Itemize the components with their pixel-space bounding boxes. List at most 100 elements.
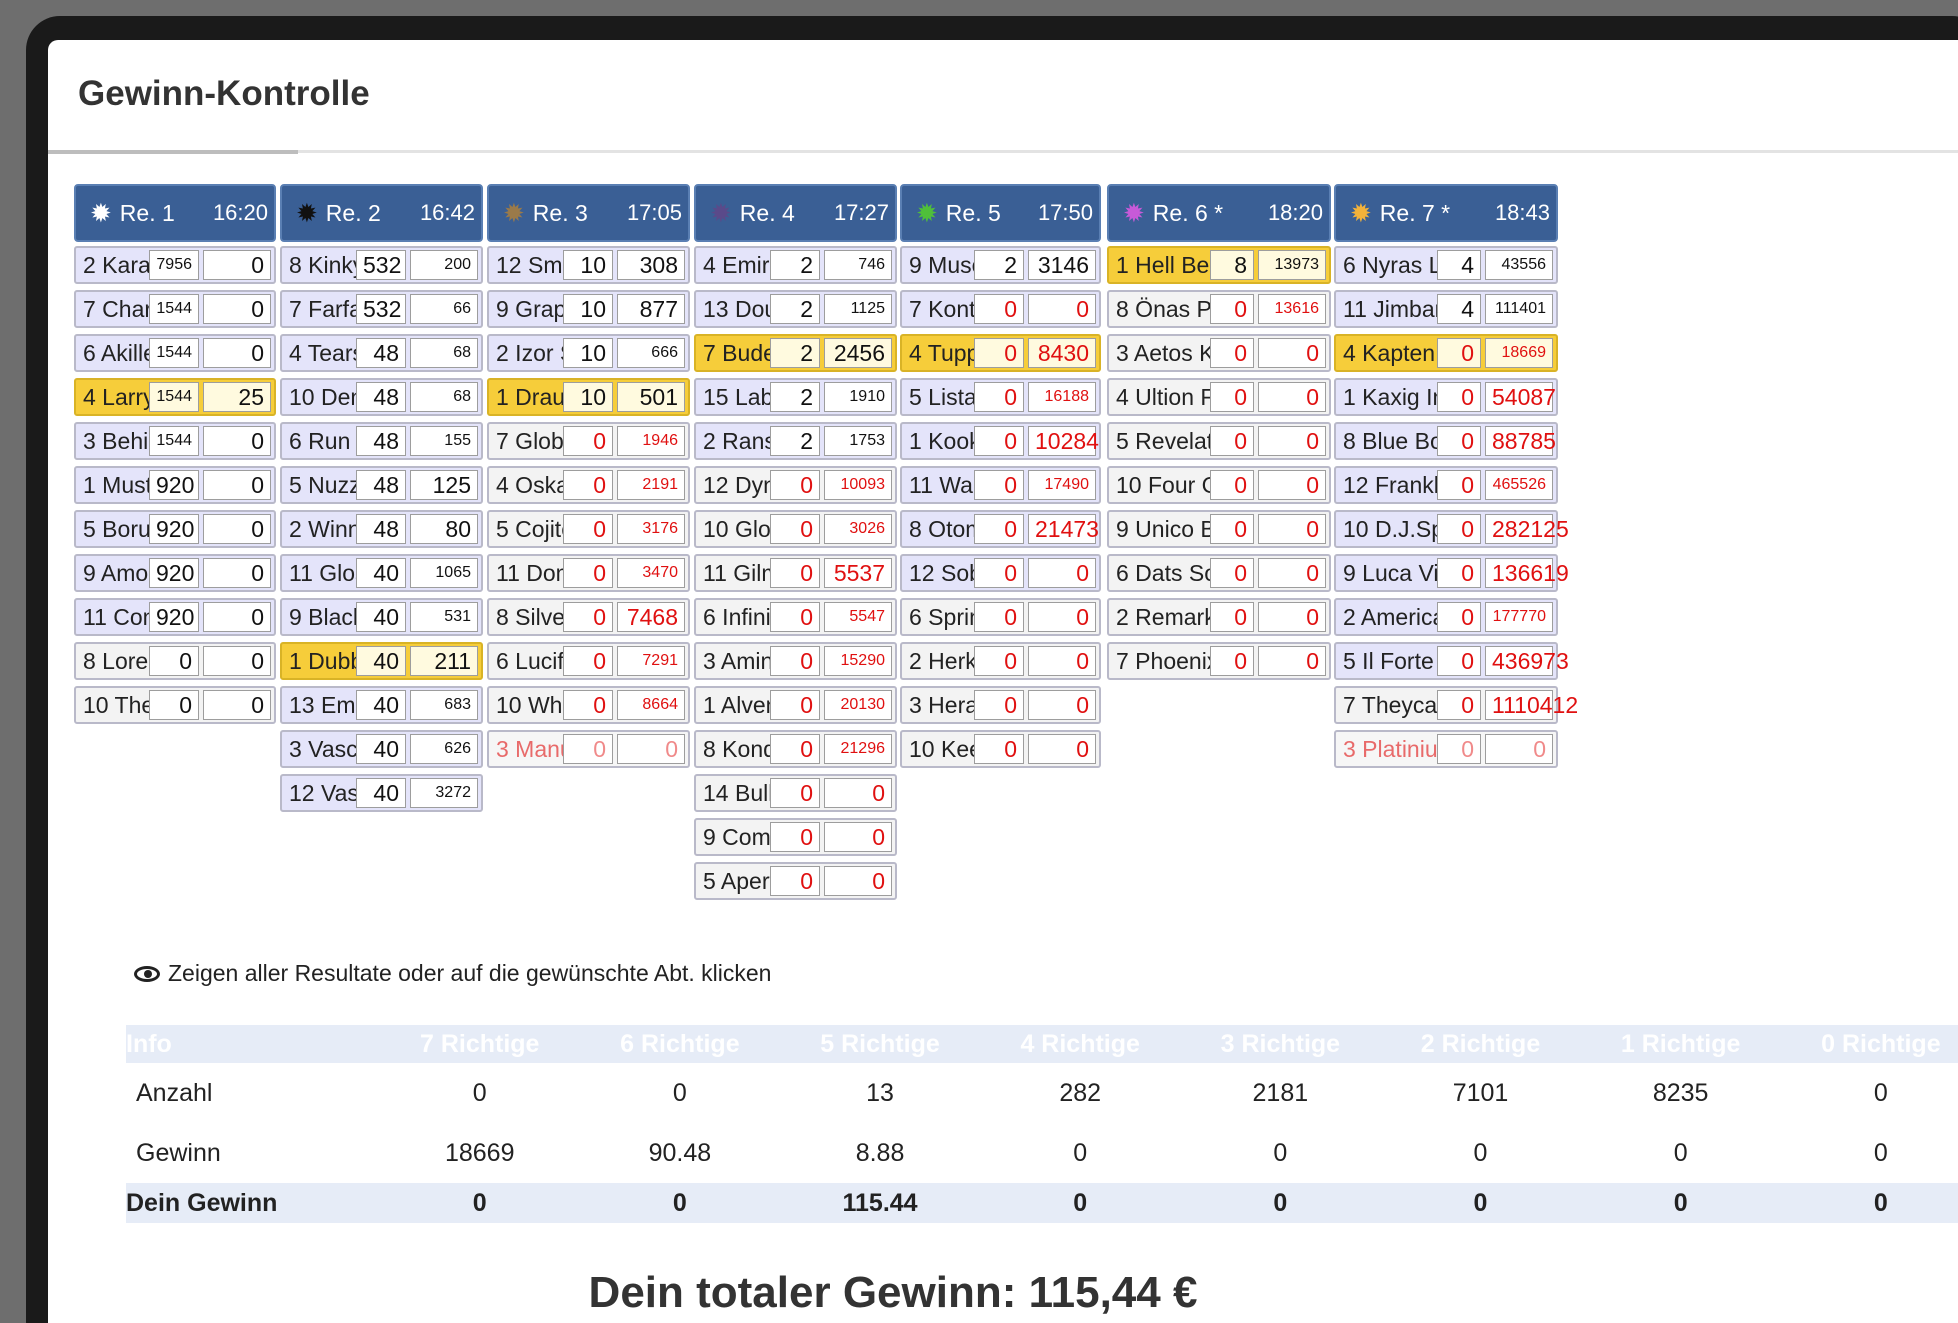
horse-row[interactable]: 6 Lucife07291 — [487, 642, 690, 680]
horse-row[interactable]: 6 Run fo48155 — [280, 422, 483, 460]
horse-row[interactable]: 3 Vasco40626 — [280, 730, 483, 768]
horse-row[interactable]: 4 Kapten E018669 — [1334, 334, 1558, 372]
horse-row[interactable]: 2 Karat Fuel79560 — [74, 246, 276, 284]
horse-row[interactable]: 4 Ultion Fa00 — [1107, 378, 1331, 416]
horse-row[interactable]: 1 Draup10501 — [487, 378, 690, 416]
horse-row[interactable]: 12 Vasco403272 — [280, 774, 483, 812]
horse-row[interactable]: 11 Gloste401065 — [280, 554, 483, 592]
horse-row[interactable]: 6 Dats So 0 0 — [1107, 554, 1331, 592]
horse-row[interactable]: 10 The Ri00 — [74, 686, 276, 724]
horse-row[interactable]: 12 Dynan010093 — [694, 466, 897, 504]
show-all-results-link[interactable]: Zeigen aller Resultate oder auf die gewü… — [134, 960, 771, 987]
horse-row[interactable]: 9 Luca Via0136619 — [1334, 554, 1569, 592]
horse-row[interactable]: 10 Denco4868 — [280, 378, 483, 416]
horse-row[interactable]: 7 Farfars53266 — [280, 290, 483, 328]
horse-row[interactable]: 9 Muscle23146 — [900, 246, 1101, 284]
horse-row[interactable]: 11 Jimbaran4111401 — [1334, 290, 1558, 328]
horse-row[interactable]: 1 Musta9200 — [74, 466, 276, 504]
horse-row[interactable]: 2 Remarka00 — [1107, 598, 1331, 636]
horse-row[interactable]: 1 Kooka010284 — [900, 422, 1101, 460]
race-header-5[interactable]: ✹ Re. 5 17:50 — [900, 184, 1101, 242]
horse-row[interactable]: 2 Winne4880 — [280, 510, 483, 548]
horse-row[interactable]: 3 Behind15440 — [74, 422, 276, 460]
horse-row[interactable]: 10 Four Guy00 — [1107, 466, 1331, 504]
horse-row[interactable]: 9 Unico Br00 — [1107, 510, 1331, 548]
race-header-2[interactable]: ✹ Re. 2 16:42 — [280, 184, 483, 242]
horse-row[interactable]: 8 Kinky532200 — [280, 246, 483, 284]
horse-row[interactable]: 9 Come00 — [694, 818, 897, 856]
horse-row[interactable]: 2 Izor Si10666 — [487, 334, 690, 372]
race-header-4[interactable]: ✹ Re. 4 17:27 — [694, 184, 897, 242]
horse-row[interactable]: 1 Alvena020130 — [694, 686, 897, 724]
horse-row[interactable]: 9 Amore9200 — [74, 554, 276, 592]
horse-row[interactable]: 9 Grapp10877 — [487, 290, 690, 328]
horse-row[interactable]: 1 Hell Bent813973 — [1107, 246, 1331, 284]
horse-row[interactable]: 7 Budets22456 — [694, 334, 897, 372]
horse-row[interactable]: 1 Dubbi40211 — [280, 642, 483, 680]
horse-row[interactable]: 3 Hera d00 — [900, 686, 1101, 724]
horse-row[interactable]: 2 Herkul00 — [900, 642, 1101, 680]
horse-row[interactable]: 4 Larry W154425 — [74, 378, 276, 416]
bet-percent: 0 — [770, 646, 820, 676]
horse-row[interactable]: 11 Gilmor05537 — [694, 554, 897, 592]
horse-row[interactable]: 10 Global03026 — [694, 510, 897, 548]
horse-row[interactable]: 10 Keep I00 — [900, 730, 1101, 768]
horse-row[interactable]: 4 Tearsin4868 — [280, 334, 483, 372]
horse-row[interactable]: 4 Emir 2 746 — [694, 246, 897, 284]
horse-row[interactable]: 8 Önas Pri013616 — [1107, 290, 1331, 328]
horse-row[interactable]: 10 D.J.Sprit0282125 — [1334, 510, 1569, 548]
horse-row[interactable]: 5 Revelatio00 — [1107, 422, 1331, 460]
horse-row[interactable]: 5 Nuzzle48125 — [280, 466, 483, 504]
horse-row[interactable]: 13 Doutd21125 — [694, 290, 897, 328]
horse-row[interactable]: 6 Akilles15440 — [74, 334, 276, 372]
horse-row[interactable]: 8 Otoma021473 — [900, 510, 1101, 548]
horse-row[interactable]: 3 Manua00 — [487, 730, 690, 768]
results-cell: 13 — [866, 1078, 894, 1107]
horse-row[interactable]: 8 Blue Boy088785 — [1334, 422, 1558, 460]
horse-row[interactable]: 3 Platinium00 — [1334, 730, 1558, 768]
horse-row[interactable]: 3 Aetos Kr00 — [1107, 334, 1331, 372]
horse-row[interactable]: 8 Lorenz00 — [74, 642, 276, 680]
horse-row[interactable]: 5 Aperfe00 — [694, 862, 897, 900]
horse-row[interactable]: 7 Global01946 — [487, 422, 690, 460]
horse-row[interactable]: 7 Phoenix 0 0 — [1107, 642, 1331, 680]
payout-value: 1753 — [824, 426, 892, 456]
race-header-3[interactable]: ✹ Re. 3 17:05 — [487, 184, 690, 242]
horse-row[interactable]: 14 Bull's00 — [694, 774, 897, 812]
horse-row[interactable]: 15 Labya21910 — [694, 378, 897, 416]
horse-row[interactable]: 2 America 0 177770 — [1334, 598, 1558, 636]
race-header-1[interactable]: ✹ Re. 1 16:20 — [74, 184, 276, 242]
horse-row[interactable]: 6 Infinity05547 — [694, 598, 897, 636]
horse-name: 7 Kontik — [909, 295, 974, 322]
race-header-6[interactable]: ✹ Re. 6 * 18:20 — [1107, 184, 1331, 242]
horse-row[interactable]: 13 Emile40683 — [280, 686, 483, 724]
horse-row[interactable]: 3 Amina015290 — [694, 642, 897, 680]
horse-row[interactable]: 6 Spring00 — [900, 598, 1101, 636]
horse-row[interactable]: 11 Domin03470 — [487, 554, 690, 592]
horse-row[interactable]: 9 Black40531 — [280, 598, 483, 636]
payout-value: 66 — [410, 294, 478, 324]
horse-row[interactable]: 4 Oskar02191 — [487, 466, 690, 504]
payout-value: 16188 — [1028, 382, 1096, 412]
horse-row[interactable]: 5 Cojito03176 — [487, 510, 690, 548]
horse-row[interactable]: 7 Kontik00 — [900, 290, 1101, 328]
horse-row[interactable]: 11 Comes9200 — [74, 598, 276, 636]
horse-row[interactable]: 12 Franklin0465526 — [1334, 466, 1558, 504]
horse-row[interactable]: 5 Borup9200 — [74, 510, 276, 548]
horse-row[interactable]: 5 Il Forte 0 436973 — [1334, 642, 1569, 680]
horse-row[interactable]: 12 Sobel00 — [900, 554, 1101, 592]
horse-row[interactable]: 8 Silver07468 — [487, 598, 690, 636]
horse-row[interactable]: 7 Charlie15440 — [74, 290, 276, 328]
horse-row[interactable]: 11 Warrio017490 — [900, 466, 1101, 504]
race-header-7[interactable]: ✹ Re. 7 * 18:43 — [1334, 184, 1558, 242]
horse-row[interactable]: 5 Listas016188 — [900, 378, 1101, 416]
horse-row[interactable]: 12 Smile10308 — [487, 246, 690, 284]
horse-row[interactable]: 2 Ranso21753 — [694, 422, 897, 460]
horse-row[interactable]: 6 Nyras La443556 — [1334, 246, 1558, 284]
horse-row[interactable]: 8 Kondo021296 — [694, 730, 897, 768]
horse-row[interactable]: 7 Theycalli01110412 — [1334, 686, 1578, 724]
horse-row[interactable]: 4 Tuppe08430 — [900, 334, 1101, 372]
horse-row[interactable]: 10 Whoth08664 — [487, 686, 690, 724]
horse-row[interactable]: 1 Kaxig In 0 54087 — [1334, 378, 1558, 416]
results-cell: 0 — [579, 1183, 780, 1223]
